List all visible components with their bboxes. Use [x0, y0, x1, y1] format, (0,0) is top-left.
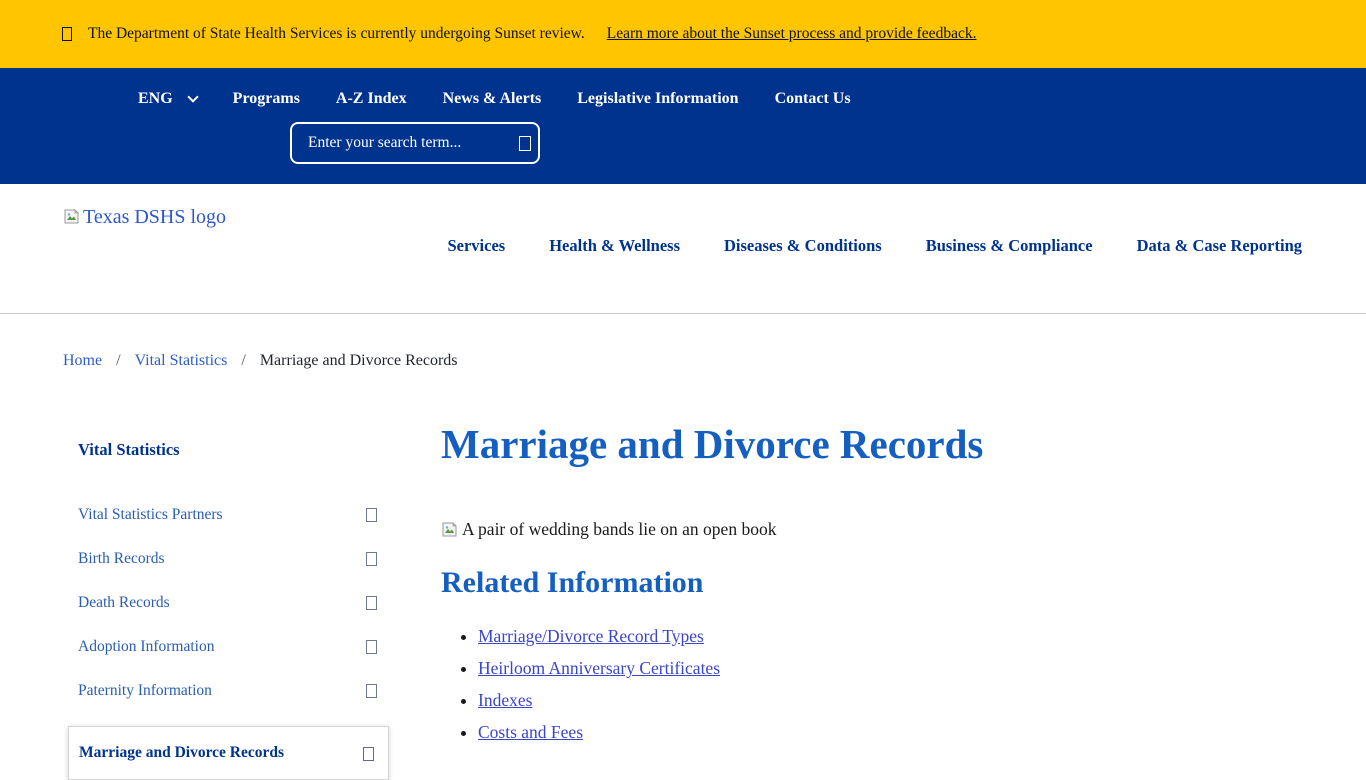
breadcrumb: Home / Vital Statistics / Marriage and D… [63, 352, 1366, 370]
primary-nav: Services Health & Wellness Diseases & Co… [447, 236, 1302, 256]
expand-icon[interactable] [366, 552, 377, 566]
breadcrumb-separator: / [241, 352, 245, 370]
sidebar-item-birth-records[interactable]: Birth Records [68, 550, 389, 594]
link-heirloom-anniversary-certificates[interactable]: Heirloom Anniversary Certificates [478, 658, 720, 678]
breadcrumb-home[interactable]: Home [63, 352, 102, 370]
topnav-item-legislative-information[interactable]: Legislative Information [577, 90, 738, 108]
link-marriage-divorce-record-types[interactable]: Marriage/Divorce Record Types [478, 626, 704, 646]
expand-icon[interactable] [363, 747, 374, 761]
sidebar-item-label[interactable]: Vital Statistics Partners [78, 506, 223, 524]
nav-item-diseases-conditions[interactable]: Diseases & Conditions [724, 236, 882, 256]
sidebar-item-vital-statistics-partners[interactable]: Vital Statistics Partners [68, 506, 389, 550]
broken-image-icon [441, 521, 458, 538]
link-costs-and-fees[interactable]: Costs and Fees [478, 722, 583, 742]
language-selector[interactable]: ENG [138, 90, 197, 108]
expand-icon[interactable] [366, 684, 377, 698]
sidebar-item-death-records[interactable]: Death Records [68, 594, 389, 638]
site-header: Texas DSHS logo Services Health & Wellne… [0, 184, 1366, 314]
nav-item-health-wellness[interactable]: Health & Wellness [549, 236, 680, 256]
wedding-bands-broken-image: A pair of wedding bands lie on an open b… [441, 519, 1201, 540]
sidebar-item-label[interactable]: Adoption Information [78, 638, 214, 656]
sidebar-item-adoption-information[interactable]: Adoption Information [68, 638, 389, 682]
breadcrumb-vital-statistics[interactable]: Vital Statistics [135, 352, 228, 370]
main-content: Marriage and Divorce Records A pair of w… [441, 420, 1201, 780]
sidebar-active-label[interactable]: Marriage and Divorce Records [79, 744, 284, 762]
nav-item-services[interactable]: Services [447, 236, 505, 256]
related-links-list: Marriage/Divorce Record Types Heirloom A… [441, 626, 1201, 743]
logo-link[interactable]: Texas DSHS logo [63, 206, 226, 229]
nav-item-data-case-reporting[interactable]: Data & Case Reporting [1137, 236, 1302, 256]
sidebar-title: Vital Statistics [68, 420, 389, 460]
expand-icon[interactable] [366, 640, 377, 654]
nav-item-business-compliance[interactable]: Business & Compliance [926, 236, 1093, 256]
search-input[interactable] [308, 134, 507, 152]
sunset-feedback-link[interactable]: Learn more about the Sunset process and … [607, 25, 977, 43]
breadcrumb-current: Marriage and Divorce Records [260, 352, 458, 370]
search-icon[interactable] [519, 136, 531, 151]
sunset-review-banner: The Department of State Health Services … [0, 0, 1366, 68]
list-item: Costs and Fees [478, 722, 1201, 743]
sidebar-item-label[interactable]: Paternity Information [78, 682, 212, 700]
sidebar-item-marriage-divorce-records-active[interactable]: Marriage and Divorce Records [68, 726, 389, 780]
list-item: Marriage/Divorce Record Types [478, 626, 1201, 647]
topnav-item-contact-us[interactable]: Contact Us [775, 90, 851, 108]
topnav-item-news-alerts[interactable]: News & Alerts [443, 90, 542, 108]
sidebar-item-paternity-information[interactable]: Paternity Information [68, 682, 389, 726]
broken-image-icon [63, 208, 80, 225]
image-alt-text: A pair of wedding bands lie on an open b… [462, 519, 776, 540]
related-information-title: Related Information [441, 566, 1201, 600]
sidebar-item-label[interactable]: Birth Records [78, 550, 165, 568]
page-title: Marriage and Divorce Records [441, 422, 1201, 467]
alert-icon [62, 27, 72, 41]
link-indexes[interactable]: Indexes [478, 690, 532, 710]
breadcrumb-separator: / [116, 352, 120, 370]
chevron-down-icon [187, 91, 198, 102]
utility-navbar: ENG Programs A-Z Index News & Alerts Leg… [0, 68, 1366, 184]
list-item: Heirloom Anniversary Certificates [478, 658, 1201, 679]
search-box[interactable] [290, 122, 540, 164]
list-item: Indexes [478, 690, 1201, 711]
expand-icon[interactable] [366, 508, 377, 522]
sidebar-vital-statistics: Vital Statistics Vital Statistics Partne… [68, 420, 389, 780]
language-label: ENG [138, 90, 173, 108]
expand-icon[interactable] [366, 596, 377, 610]
topnav-item-az-index[interactable]: A-Z Index [336, 90, 407, 108]
banner-text: The Department of State Health Services … [88, 25, 585, 43]
sidebar-item-label[interactable]: Death Records [78, 594, 170, 612]
topnav-item-programs[interactable]: Programs [233, 90, 300, 108]
logo-alt-text: Texas DSHS logo [83, 206, 226, 229]
